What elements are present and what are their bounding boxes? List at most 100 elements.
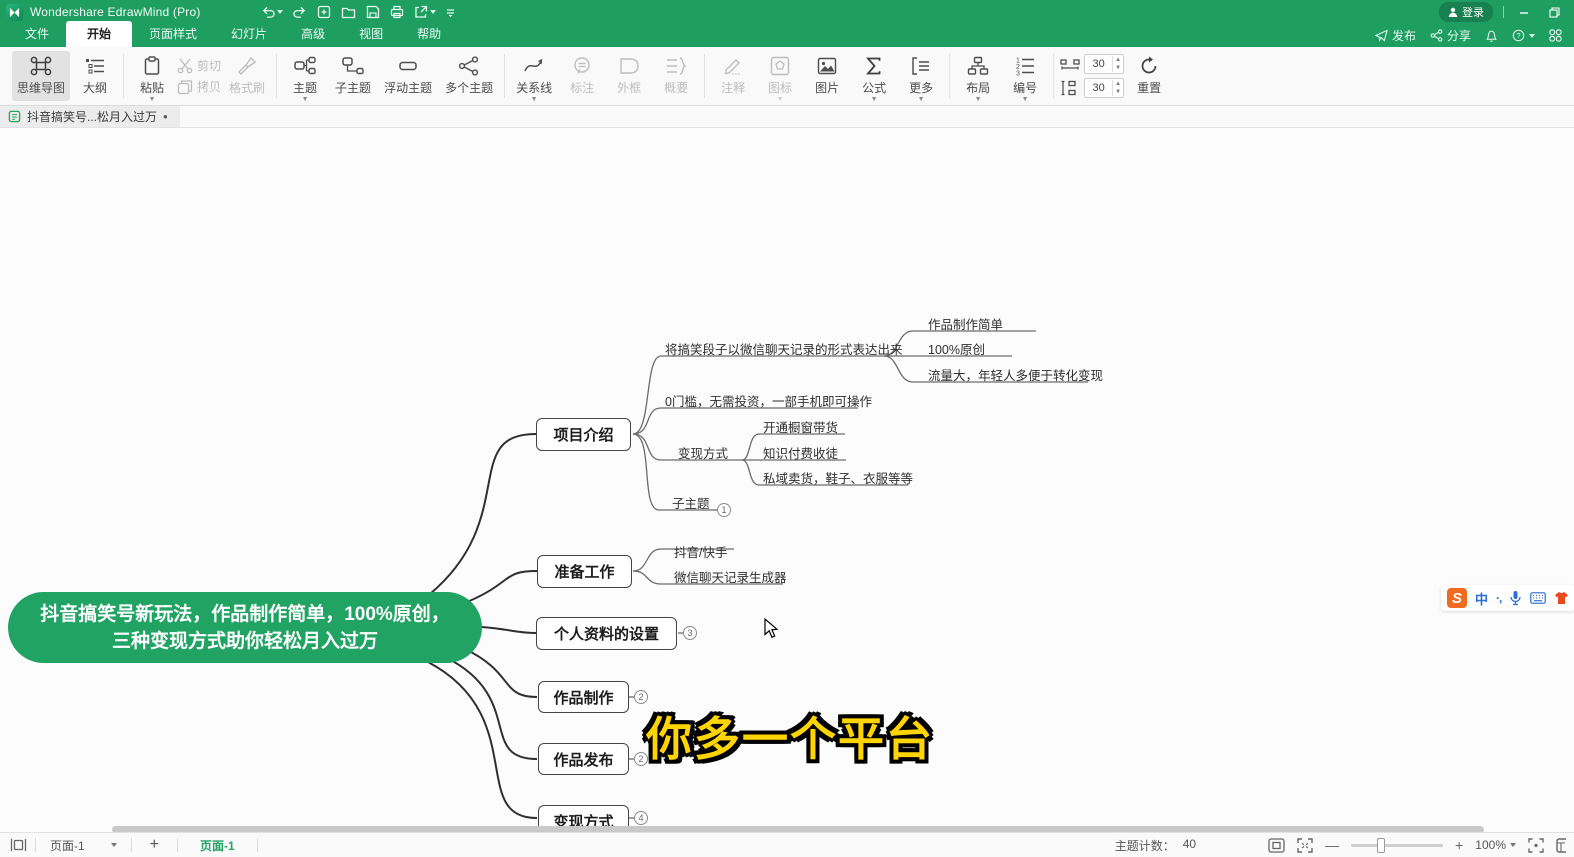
overview-map-icon[interactable] [1556, 837, 1566, 853]
mindmap-view-button[interactable]: 思维导图 [12, 51, 71, 101]
paste-button[interactable]: 粘贴 ▼ [130, 51, 174, 103]
horizontal-spacing-stepper[interactable]: ▲ ▼ [1112, 55, 1123, 73]
subtopic-showcase[interactable]: 开通橱窗带货 [763, 417, 838, 436]
fit-window-icon[interactable] [1268, 837, 1285, 853]
subtopic-wechat-format[interactable]: 将搞笑段子以微信聊天记录的形式表达出来 [665, 339, 903, 358]
format-painter-button[interactable]: 格式刷 [224, 51, 270, 101]
mindmap-canvas[interactable]: 抖音搞笑号新玩法，作品制作简单，100%原创，三种变现方式助你轻松月入过万 项目… [0, 128, 1574, 832]
help-caret-icon[interactable] [1529, 33, 1535, 38]
summary-button[interactable]: 概要 [654, 51, 698, 101]
subtopic-monetization-method[interactable]: 变现方式 [678, 443, 728, 462]
ime-language-mode[interactable]: 中 [1475, 589, 1488, 608]
menu-home[interactable]: 开始 [66, 21, 133, 47]
undo-caret-icon[interactable] [276, 10, 283, 14]
central-topic-node[interactable]: 抖音搞笑号新玩法，作品制作简单，100%原创，三种变现方式助你轻松月入过万 [8, 592, 482, 663]
numbering-button[interactable]: 123 编号 ▼ [1003, 51, 1047, 104]
menu-file[interactable]: 文件 [8, 21, 66, 47]
branch-node-profile-setup[interactable]: 个人资料的设置 [536, 617, 677, 650]
subtopic-chat-generator[interactable]: 微信聊天记录生成器 [674, 567, 787, 586]
zoom-level-dropdown[interactable]: 100% [1475, 838, 1516, 852]
outline-view-button[interactable]: 大纲 [73, 51, 117, 101]
collapse-badge[interactable]: 4 [634, 811, 648, 825]
print-button[interactable] [390, 5, 404, 19]
branch-node-work-publish[interactable]: 作品发布 [538, 743, 629, 775]
page-select-dropdown[interactable]: 页面-1 [44, 835, 123, 856]
subtopic-zero-threshold[interactable]: 0门槛，无需投资，一部手机即可操作 [665, 391, 872, 410]
more-button[interactable]: 更多 ▼ [899, 51, 943, 103]
new-file-button[interactable] [317, 5, 331, 19]
minimize-button[interactable] [1514, 4, 1534, 20]
callout-button[interactable]: 标注 [560, 51, 604, 101]
menu-page-style[interactable]: 页面样式 [132, 21, 214, 47]
cut-button[interactable]: 剪切 [177, 57, 221, 74]
topic-button[interactable]: 主题 ▼ [283, 51, 327, 103]
focus-mode-icon[interactable] [1528, 837, 1544, 853]
branch-node-project-intro[interactable]: 项目介绍 [536, 418, 631, 451]
vertical-spacing-icon [1061, 80, 1076, 96]
menu-advanced[interactable]: 高级 [284, 21, 342, 47]
publish-button[interactable]: 发布 [1374, 27, 1416, 44]
subtopic-icon [342, 57, 364, 75]
menu-view[interactable]: 视图 [342, 21, 400, 47]
ime-toolbar[interactable]: S 中 ·, [1441, 585, 1574, 611]
subtopic-traffic[interactable]: 流量大，年轻人多便于转化变现 [928, 365, 1103, 384]
subtopic-paid-knowledge[interactable]: 知识付费收徒 [763, 443, 838, 462]
share-button[interactable]: 分享 [1430, 27, 1471, 44]
branch-node-work-creation[interactable]: 作品制作 [538, 681, 629, 713]
vertical-spacing-stepper[interactable]: ▲ ▼ [1112, 79, 1123, 97]
boundary-button[interactable]: 外框 [607, 51, 651, 101]
menu-help[interactable]: 帮助 [400, 21, 458, 47]
undo-button[interactable] [261, 6, 283, 19]
menu-slideshow[interactable]: 幻灯片 [214, 21, 284, 47]
reset-button[interactable]: 重置 [1127, 51, 1171, 101]
restore-button[interactable] [1544, 4, 1564, 20]
collapse-badge[interactable]: 1 [717, 503, 731, 517]
login-button[interactable]: 登录 [1439, 2, 1493, 22]
customize-toolbar-button[interactable] [446, 7, 455, 17]
ime-logo-icon[interactable]: S [1447, 588, 1467, 608]
page-tab-active[interactable]: 页面-1 [186, 837, 249, 854]
login-label: 登录 [1462, 7, 1484, 19]
apps-grid-button[interactable] [1549, 29, 1562, 42]
save-button[interactable] [366, 5, 380, 19]
layout-button[interactable]: 布局 ▼ [956, 51, 1000, 103]
unsaved-indicator-icon[interactable]: ● [163, 112, 168, 121]
pages-panel-icon[interactable] [10, 838, 27, 852]
zoom-slider[interactable] [1351, 837, 1444, 853]
subtopic-private-sales[interactable]: 私域卖货，鞋子、衣服等等 [763, 468, 913, 487]
horizontal-spacing-input[interactable]: 30 ▲ ▼ [1084, 54, 1125, 74]
redo-button[interactable] [292, 6, 307, 19]
add-page-button[interactable]: + [140, 836, 169, 854]
subtopic-simple-production[interactable]: 作品制作简单 [928, 314, 1003, 333]
zoom-in-button[interactable]: + [1455, 837, 1463, 853]
copy-button[interactable]: 拷贝 [177, 78, 221, 95]
branch-node-preparation[interactable]: 准备工作 [537, 555, 632, 588]
fullscreen-icon[interactable] [1297, 837, 1313, 853]
formula-button[interactable]: 公式 ▼ [852, 51, 896, 103]
ime-keyboard-icon[interactable] [1530, 592, 1547, 604]
export-button[interactable] [414, 5, 436, 19]
ime-skin-icon[interactable] [1554, 591, 1569, 605]
vertical-spacing-input[interactable]: 30 ▲ ▼ [1084, 78, 1125, 98]
floating-topic-button[interactable]: 浮动主题 [379, 51, 437, 101]
subtopic-douyin-kuaishou[interactable]: 抖音/快手 [674, 542, 727, 561]
zoom-slider-thumb[interactable] [1377, 837, 1386, 853]
notifications-button[interactable] [1485, 29, 1498, 43]
help-button[interactable]: ? [1512, 29, 1535, 42]
subtopic-original[interactable]: 100%原创 [928, 339, 985, 358]
zoom-out-button[interactable]: — [1325, 837, 1339, 853]
collapse-badge[interactable]: 3 [683, 626, 697, 640]
document-tab[interactable]: 抖音搞笑号...松月入过万 ● [0, 106, 180, 127]
relationship-line-button[interactable]: 关系线 ▼ [511, 51, 557, 103]
ime-microphone-icon[interactable] [1509, 590, 1522, 606]
note-button[interactable]: 注释 [711, 51, 755, 101]
subtopic-placeholder[interactable]: 子主题 [672, 493, 710, 512]
subtopic-button[interactable]: 子主题 [330, 51, 376, 101]
open-file-button[interactable] [341, 6, 356, 19]
collapse-badge[interactable]: 2 [634, 690, 648, 704]
ime-punctuation-toggle[interactable]: ·, [1496, 591, 1502, 605]
export-caret-icon[interactable] [429, 10, 436, 14]
multiple-topics-button[interactable]: 多个主题 [440, 51, 498, 101]
picture-button[interactable]: 图片 [805, 51, 849, 101]
icon-button[interactable]: 图标 ▼ [758, 51, 802, 103]
